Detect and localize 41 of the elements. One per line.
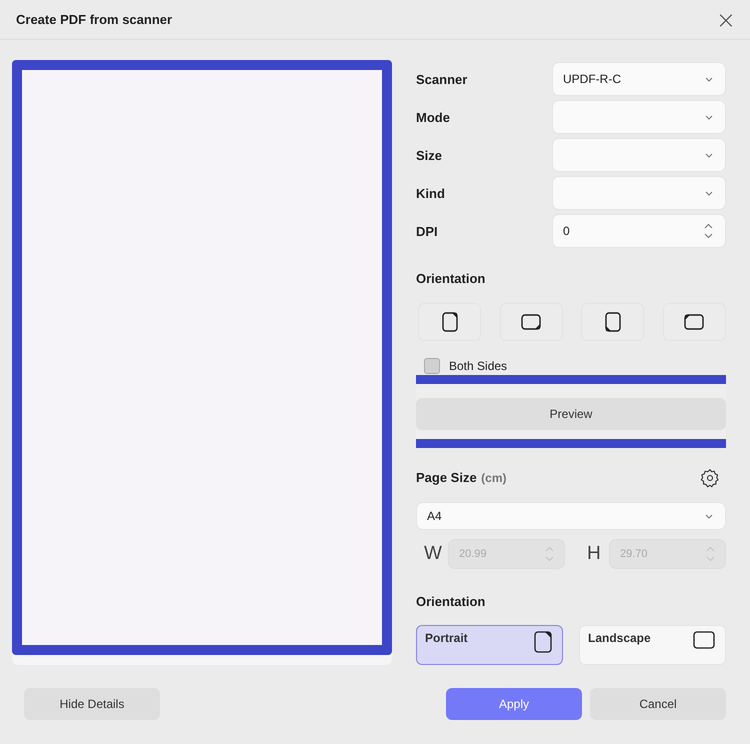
preview-button[interactable]: Preview — [416, 398, 726, 430]
orientation-button[interactable] — [418, 302, 481, 341]
cancel-button[interactable]: Cancel — [590, 688, 726, 720]
apply-button[interactable]: Apply — [446, 688, 582, 720]
stepper-arrows-icon[interactable] — [704, 223, 713, 239]
field-label: Mode — [416, 110, 450, 124]
field-label: W — [423, 543, 443, 566]
checkbox[interactable] — [424, 358, 440, 374]
unit-label: (cm) — [481, 470, 506, 485]
field-label: Size — [416, 148, 442, 162]
section-heading: Orientation — [416, 270, 486, 286]
orientation-button[interactable] — [500, 302, 563, 341]
section-heading: Page Size — [416, 470, 477, 485]
number-field[interactable]: 0 — [552, 214, 726, 248]
page-corner-icon — [440, 312, 460, 332]
close-button[interactable]: × — [716, 8, 736, 32]
hide-details-button[interactable]: Hide Details — [24, 688, 160, 720]
page-corner-icon — [602, 312, 623, 332]
chevron-down-icon — [705, 114, 713, 120]
page-corner-icon — [684, 312, 704, 332]
field-label: DPI — [416, 224, 438, 238]
chevron-down-icon — [705, 152, 713, 158]
orientation-option[interactable]: Landscape — [579, 624, 726, 665]
chevron-down-icon — [705, 190, 713, 196]
field-label: Scanner — [416, 72, 468, 86]
orientation-button[interactable] — [581, 302, 644, 341]
section-heading: Orientation — [416, 594, 486, 610]
orientation-button[interactable] — [662, 302, 726, 341]
dropdown[interactable]: UPDF-R-C — [552, 62, 726, 96]
dropdown[interactable]: A4 — [416, 502, 726, 530]
page-corner-icon — [534, 630, 552, 653]
chevron-down-icon — [705, 514, 713, 519]
orientation-option[interactable]: Portrait — [416, 624, 563, 665]
page-icon — [693, 630, 715, 649]
chevron-down-icon — [705, 76, 713, 82]
checkbox-label: Both Sides — [449, 358, 508, 373]
window-title: Create PDF from scanner — [16, 12, 172, 27]
settings-icon[interactable] — [700, 468, 720, 488]
page-corner-icon — [521, 312, 542, 332]
field-label: Kind — [416, 186, 445, 200]
field-label: H — [587, 543, 602, 566]
